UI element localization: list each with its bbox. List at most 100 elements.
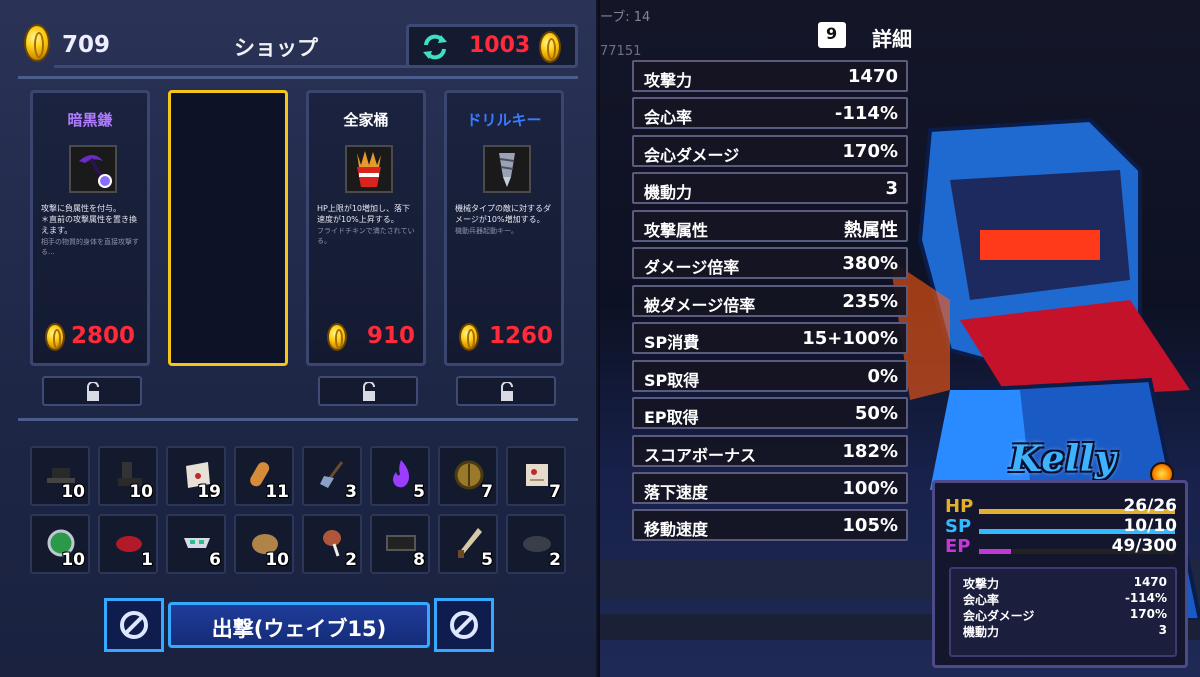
slot-qty: 7 xyxy=(481,482,493,502)
stat-value: 235% xyxy=(842,291,898,312)
hp-value: 26/26 xyxy=(1123,496,1177,516)
sp-label: SP xyxy=(945,516,972,537)
slot-qty: 10 xyxy=(61,482,85,502)
slot-qty: 11 xyxy=(265,482,289,502)
stat-name: 攻撃属性 xyxy=(644,221,709,240)
lock-button-card-3[interactable] xyxy=(318,376,418,406)
card-name: 全家桶 xyxy=(343,111,389,129)
no-entry-icon xyxy=(120,611,148,639)
stat-name: 移動速度 xyxy=(644,520,709,539)
stat-value: 熱属性 xyxy=(844,220,898,241)
lock-button-card-4[interactable] xyxy=(456,376,556,406)
card-desc-text: HP上限が10増加し、落下速度が10%上昇する。 xyxy=(317,204,411,224)
sp-bar: SP 10/10 xyxy=(945,516,1179,537)
stat-value: -114% xyxy=(834,103,898,124)
price-coin-icon xyxy=(45,323,65,351)
inventory-slot[interactable]: 7 xyxy=(438,446,498,506)
stat-row-crit-damage: 会心ダメージ 170% xyxy=(632,135,908,167)
stat-row-mobility: 機動力 3 xyxy=(632,172,908,204)
slot-qty: 2 xyxy=(345,550,357,570)
reroll-cost: 1003 xyxy=(469,33,531,58)
card-flavor-text: 相手の物質的身体を直接攻撃する... xyxy=(41,238,139,256)
mini-stat-value: 1470 xyxy=(1133,575,1167,589)
inventory-slot[interactable]: 10 xyxy=(30,514,90,574)
card-price: 1260 xyxy=(455,321,559,355)
reroll-icon xyxy=(423,34,447,60)
stat-name: ダメージ倍率 xyxy=(644,258,740,277)
card-price-value: 2800 xyxy=(71,323,136,349)
shop-divider-top xyxy=(18,76,578,79)
sortie-button[interactable]: 出撃(ウェイブ15) xyxy=(168,602,430,648)
stat-row-crit-rate: 会心率 -114% xyxy=(632,97,908,129)
dark-scythe-icon xyxy=(69,145,117,193)
stat-value: 170% xyxy=(842,141,898,162)
detail-header: 9 詳細 xyxy=(818,22,998,51)
character-name: Kelly xyxy=(1010,438,1117,480)
slot-qty: 10 xyxy=(129,482,153,502)
inventory-slot[interactable]: 11 xyxy=(234,446,294,506)
shop-title: ショップ xyxy=(234,36,318,60)
shop-topbar: 709 ショップ xyxy=(14,20,414,70)
mini-stat-name: 機動力 xyxy=(963,625,1000,639)
shop-card-fried-chicken-bucket[interactable]: 全家桶 HP上限が10増加し、落下速度が10%上昇する。 フライドチキンで満たさ… xyxy=(306,90,426,366)
price-coin-icon xyxy=(327,323,347,351)
stat-value: 50% xyxy=(854,403,898,424)
slot-qty: 6 xyxy=(209,550,221,570)
detail-key-label: 9 xyxy=(826,24,838,43)
sortie-side-right xyxy=(434,598,494,652)
slot-qty: 10 xyxy=(265,550,289,570)
mini-stat-name: 会心ダメージ xyxy=(963,609,1035,623)
score-ghost: 77151 xyxy=(600,44,642,59)
inventory-slot[interactable]: 5 xyxy=(370,446,430,506)
sortie-label: 出撃(ウェイブ15) xyxy=(211,617,387,641)
lock-button-card-1[interactable] xyxy=(42,376,142,406)
stat-value: 100% xyxy=(842,478,898,499)
inventory-slot[interactable]: 2 xyxy=(302,514,362,574)
card-desc-text: 攻撃に負属性を付与。 ＊直前の攻撃属性を置き換えます。 xyxy=(41,204,137,235)
stat-value: 1470 xyxy=(847,66,898,87)
mini-stat-mobility: 機動力 3 xyxy=(963,623,1167,639)
inventory-slot[interactable]: 8 xyxy=(370,514,430,574)
drill-key-icon xyxy=(483,145,531,193)
unlock-icon xyxy=(87,382,99,401)
mini-stat-value: -114% xyxy=(1124,591,1167,605)
mini-stat-value: 170% xyxy=(1129,607,1167,621)
shop-card-dark-scythe[interactable]: 暗黒鎌 攻撃に負属性を付与。 ＊直前の攻撃属性を置き換えます。 相手の物質的身体… xyxy=(30,90,150,366)
shop-card-drill-key[interactable]: ドリルキー 機械タイプの敵に対するダメージが10%増加する。 機動兵器起動キー。… xyxy=(444,90,564,366)
stat-name: 落下速度 xyxy=(644,483,709,502)
inventory-slot[interactable]: 10 xyxy=(98,446,158,506)
shop-divider-bottom xyxy=(18,418,578,421)
sortie-side-left xyxy=(104,598,164,652)
inventory-slot[interactable]: 3 xyxy=(302,446,362,506)
shop-panel: 709 ショップ 1003 暗黒鎌 攻撃に負属性を付与。 ＊直前の攻撃属性を置き… xyxy=(0,0,598,677)
ep-fill xyxy=(979,549,1011,554)
inventory-slot[interactable]: 7 xyxy=(506,446,566,506)
slot-qty: 7 xyxy=(549,482,561,502)
ep-value: 49/300 xyxy=(1111,536,1177,556)
stat-row-sp-gain: SP取得 0% xyxy=(632,360,908,392)
stat-name: 会心率 xyxy=(644,108,693,127)
reroll-button[interactable]: 1003 xyxy=(406,24,578,68)
stat-name: SP消費 xyxy=(644,333,700,352)
slot-qty: 2 xyxy=(549,550,561,570)
card-description: 機械タイプの敵に対するダメージが10%増加する。 機動兵器起動キー。 xyxy=(455,203,555,236)
inventory-slot[interactable]: 6 xyxy=(166,514,226,574)
inventory-slot[interactable]: 1 xyxy=(98,514,158,574)
mini-stat-value: 3 xyxy=(1158,623,1167,637)
mini-stat-name: 会心率 xyxy=(963,593,1000,607)
mini-stat-crit-rate: 会心率 -114% xyxy=(963,591,1167,607)
inventory-slot[interactable]: 10 xyxy=(234,514,294,574)
slot-qty: 19 xyxy=(197,482,221,502)
mini-stats-box: 攻撃力 1470 会心率 -114% 会心ダメージ 170% 機動力 3 xyxy=(949,567,1177,657)
slot-qty: 10 xyxy=(61,550,85,570)
detail-key-icon[interactable]: 9 xyxy=(818,22,846,48)
price-coin-icon xyxy=(459,323,479,351)
shop-card-empty-selected[interactable] xyxy=(168,90,288,366)
slot-qty: 8 xyxy=(413,550,425,570)
inventory-slot[interactable]: 10 xyxy=(30,446,90,506)
sp-value: 10/10 xyxy=(1123,516,1177,536)
inventory-slot[interactable]: 5 xyxy=(438,514,498,574)
inventory-slot[interactable]: 2 xyxy=(506,514,566,574)
sortie-button-group: 出撃(ウェイブ15) xyxy=(104,598,494,654)
inventory-slot[interactable]: 19 xyxy=(166,446,226,506)
